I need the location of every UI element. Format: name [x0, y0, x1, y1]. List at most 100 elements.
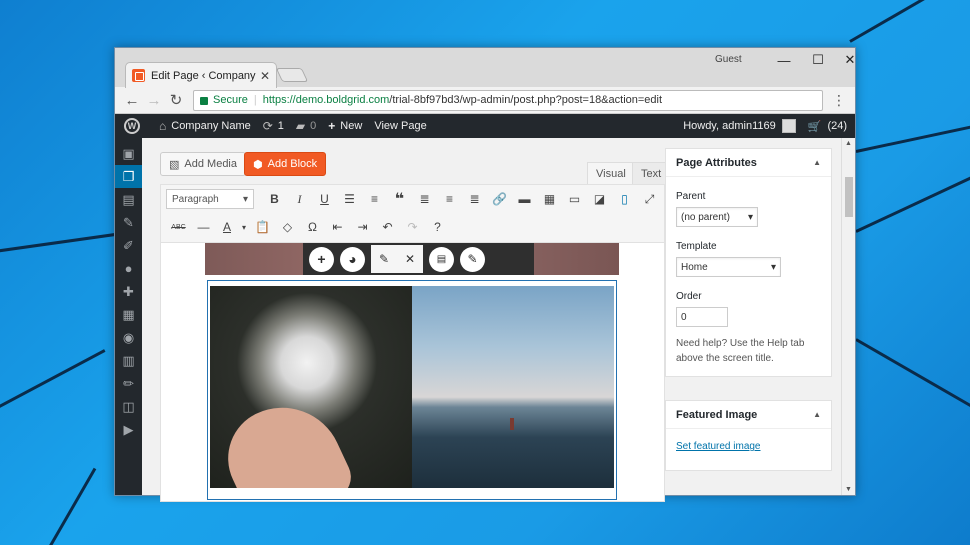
- globe-icon[interactable]: ◕: [340, 246, 365, 272]
- scroll-up-icon[interactable]: ▲: [845, 140, 852, 147]
- globe-icon[interactable]: ◉: [115, 326, 142, 349]
- forms-icon[interactable]: ▥: [115, 349, 142, 372]
- pencil-icon[interactable]: ✏: [115, 372, 142, 395]
- reload-icon[interactable]: ↻: [165, 91, 187, 109]
- close-window-icon[interactable]: ✕: [833, 48, 867, 72]
- profile-label[interactable]: Guest: [715, 54, 742, 65]
- new-tab-button[interactable]: [275, 68, 309, 82]
- close-icon[interactable]: ✕: [405, 252, 415, 266]
- paste-text-icon[interactable]: 📋: [250, 216, 275, 238]
- featured-image-box: Featured Image ▲ Set featured image: [665, 400, 832, 471]
- featured-image-header[interactable]: Featured Image ▲: [666, 401, 831, 429]
- desktop-line: [855, 120, 970, 153]
- media-icon[interactable]: ▤: [115, 188, 142, 211]
- color-chevron-icon[interactable]: ▾: [238, 216, 250, 238]
- comments-link[interactable]: ▰ 0: [296, 119, 316, 133]
- fullscreen-icon[interactable]: ⤢: [637, 188, 662, 210]
- italic-button[interactable]: I: [287, 188, 312, 210]
- horizontal-line-icon[interactable]: —: [191, 216, 216, 238]
- desktop-preview-icon[interactable]: ▭: [562, 188, 587, 210]
- avatar[interactable]: [781, 119, 796, 133]
- parent-value: (no parent): [681, 211, 730, 223]
- admin-sidebar: ▣ ❐ ▤ ✎ ✐ ● ✚ ▦ ◉ ▥ ✏ ◫ ▶: [115, 138, 142, 495]
- new-content-link[interactable]: + New: [328, 119, 362, 133]
- order-label: Order: [676, 291, 702, 302]
- strikethrough-icon[interactable]: ABC: [166, 216, 191, 238]
- help-icon[interactable]: ?: [425, 216, 450, 238]
- phone-preview-icon[interactable]: ▯: [612, 188, 637, 210]
- add-block-button[interactable]: ⬢ Add Block: [244, 152, 327, 176]
- align-center-icon[interactable]: ≡: [437, 188, 462, 210]
- secure-label: Secure: [213, 94, 248, 106]
- set-featured-image-link[interactable]: Set featured image: [676, 441, 761, 452]
- bold-button[interactable]: B: [262, 188, 287, 210]
- maximize-icon[interactable]: ☐: [801, 48, 835, 72]
- order-input[interactable]: 0: [676, 307, 728, 327]
- scroll-thumb[interactable]: [845, 177, 853, 217]
- add-media-button[interactable]: ▧ Add Media: [160, 152, 246, 176]
- browser-window: Edit Page ‹ Company Nam ✕ Guest — ☐ ✕ ← …: [114, 47, 856, 502]
- gallery-icon[interactable]: ◫: [115, 395, 142, 418]
- howdy-user[interactable]: Howdy, admin1169: [683, 120, 776, 132]
- blockquote-icon[interactable]: ❝: [387, 188, 412, 210]
- pencil-icon[interactable]: ✎: [379, 252, 389, 266]
- pages-icon[interactable]: ❐: [115, 165, 142, 188]
- edit-pencil-icon[interactable]: ✎: [460, 246, 485, 272]
- plus-icon: +: [328, 119, 336, 133]
- tab-close-icon[interactable]: ✕: [260, 69, 270, 83]
- collapse-arrow-icon[interactable]: ▲: [813, 158, 821, 167]
- new-label: New: [340, 120, 363, 132]
- template-select[interactable]: Home ▾: [676, 257, 781, 277]
- redo-icon[interactable]: ↷: [400, 216, 425, 238]
- undo-icon[interactable]: ↶: [375, 216, 400, 238]
- dandelion-image[interactable]: [210, 286, 412, 488]
- site-name-link[interactable]: ⌂ Company Name: [159, 119, 251, 133]
- bullet-list-icon[interactable]: ☰: [337, 188, 362, 210]
- text-color-icon[interactable]: A: [216, 216, 238, 238]
- forward-arrow-icon[interactable]: →: [143, 92, 165, 109]
- media-icon: ▧: [169, 158, 180, 171]
- play-icon[interactable]: ▶: [115, 418, 142, 441]
- cart-count[interactable]: (24): [827, 120, 847, 132]
- tools-icon[interactable]: ✚: [115, 280, 142, 303]
- wordpress-logo-icon[interactable]: W: [117, 118, 147, 134]
- page-attributes-header[interactable]: Page Attributes ▲: [666, 149, 831, 177]
- appearance-icon[interactable]: ✐: [115, 234, 142, 257]
- page-scrollbar[interactable]: ▲ ▼: [841, 138, 855, 495]
- special-character-icon[interactable]: Ω: [300, 216, 325, 238]
- scroll-down-icon[interactable]: ▼: [845, 486, 852, 493]
- pin-icon[interactable]: ✎: [115, 211, 142, 234]
- format-select[interactable]: Paragraph ▾: [166, 189, 254, 209]
- users-icon[interactable]: ●: [115, 257, 142, 280]
- outdent-icon[interactable]: ⇤: [325, 216, 350, 238]
- minimize-icon[interactable]: —: [767, 48, 801, 72]
- back-arrow-icon[interactable]: ←: [121, 92, 143, 109]
- layout-icon[interactable]: ▤: [429, 246, 454, 272]
- image-row[interactable]: [207, 280, 617, 500]
- indent-icon[interactable]: ⇥: [350, 216, 375, 238]
- dashboard-icon[interactable]: ▣: [115, 142, 142, 165]
- align-right-icon[interactable]: ≣: [462, 188, 487, 210]
- tablet-preview-icon[interactable]: ◪: [587, 188, 612, 210]
- url-omnibox[interactable]: Secure | https://demo.boldgrid.com /tria…: [193, 89, 823, 111]
- cart-icon[interactable]: 🛒: [808, 120, 822, 133]
- clear-formatting-icon[interactable]: ◇: [275, 216, 300, 238]
- tab-visual[interactable]: Visual: [587, 162, 635, 184]
- widgets-icon[interactable]: ▦: [115, 303, 142, 326]
- view-page-link[interactable]: View Page: [374, 120, 426, 132]
- browser-tab[interactable]: Edit Page ‹ Company Nam ✕: [125, 62, 277, 88]
- numbered-list-icon[interactable]: ≡: [362, 188, 387, 210]
- parent-select[interactable]: (no parent) ▾: [676, 207, 758, 227]
- underline-button[interactable]: U: [312, 188, 337, 210]
- align-left-icon[interactable]: ≣: [412, 188, 437, 210]
- browser-menu-icon[interactable]: ⋮: [829, 92, 849, 109]
- link-icon[interactable]: 🔗: [487, 188, 512, 210]
- read-more-icon[interactable]: ▬: [512, 188, 537, 210]
- editor-canvas[interactable]: + ◕ ✎ ✕ ▤ ✎: [160, 242, 665, 502]
- collapse-arrow-icon[interactable]: ▲: [813, 410, 821, 419]
- updates-link[interactable]: ⟳ 1: [263, 119, 284, 133]
- help-text: Need help? Use the Help tab above the sc…: [676, 338, 805, 364]
- toolbar-toggle-icon[interactable]: ▦: [537, 188, 562, 210]
- ocean-image[interactable]: [412, 286, 614, 488]
- add-block-plus-icon[interactable]: +: [309, 246, 334, 272]
